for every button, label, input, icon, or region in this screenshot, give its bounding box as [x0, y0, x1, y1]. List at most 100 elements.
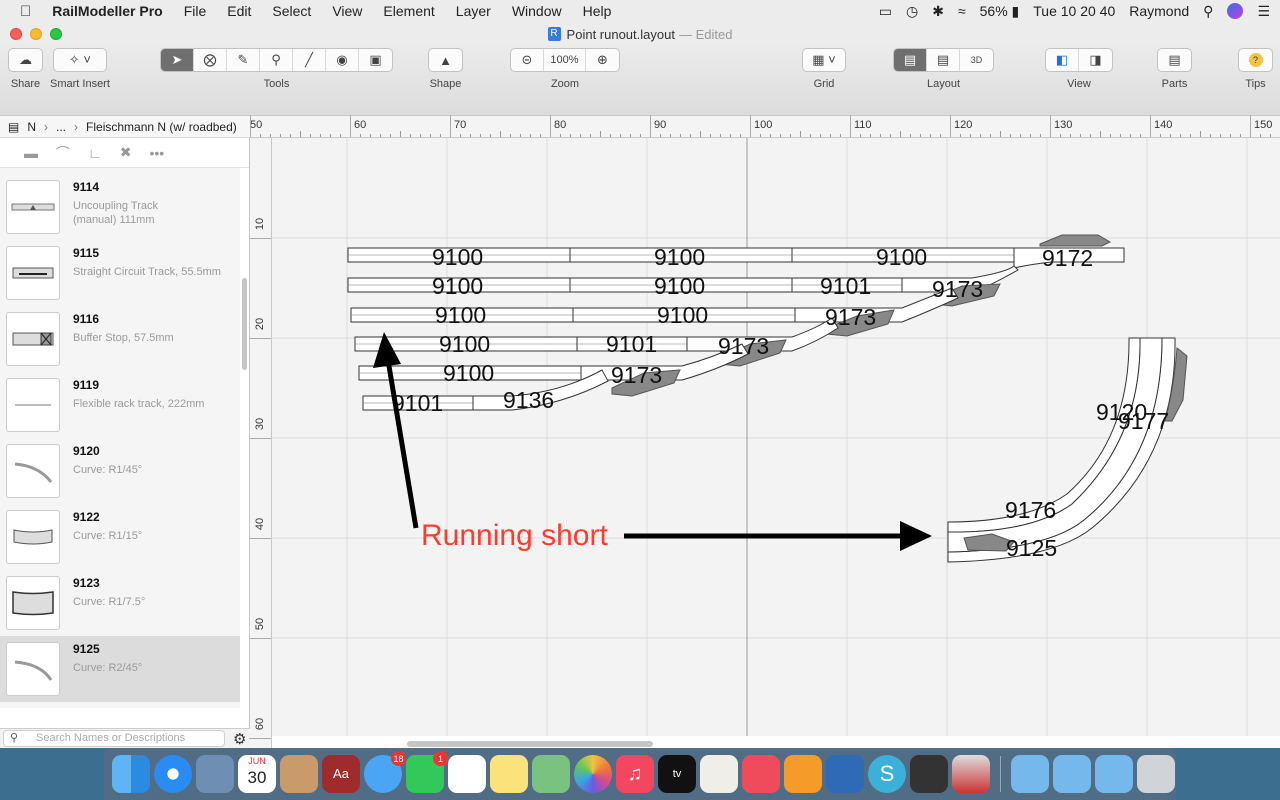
- list-item[interactable]: 9120 Curve: R1/45°: [0, 438, 240, 504]
- straight-track-category-icon[interactable]: ▬: [24, 145, 38, 161]
- list-item[interactable]: 9119 Flexible rack track, 222mm: [0, 372, 240, 438]
- railmodeller-icon[interactable]: [952, 755, 990, 793]
- flex-track-tool-icon[interactable]: ╱: [293, 49, 326, 71]
- dictionary-icon[interactable]: Aa: [322, 755, 360, 793]
- crossing-category-icon[interactable]: ✖: [120, 144, 132, 161]
- layout-3d-icon[interactable]: 3D: [960, 49, 993, 71]
- ruler-minor-tick: [660, 134, 661, 137]
- right-sidebar-icon[interactable]: ◨: [1079, 49, 1112, 71]
- menu-layer[interactable]: Layer: [456, 3, 491, 19]
- layout-list-icon[interactable]: ▤: [927, 49, 960, 71]
- reminders-icon[interactable]: [448, 755, 486, 793]
- parts-button[interactable]: ▤: [1157, 48, 1192, 72]
- tunnel-tool-icon[interactable]: ◉: [326, 49, 359, 71]
- preview-icon[interactable]: [196, 755, 234, 793]
- select-arrow-tool[interactable]: ➤: [161, 49, 194, 71]
- track-plan[interactable]: 9100 9100 9100 91729100 9100 9101 91739100 9100…: [272, 138, 1280, 736]
- textedit-icon[interactable]: [700, 755, 738, 793]
- finder-icon[interactable]: [112, 755, 150, 793]
- curve-track-category-icon[interactable]: ⌒: [56, 143, 70, 163]
- user-menu[interactable]: Raymond: [1129, 3, 1189, 19]
- photos-icon[interactable]: [574, 755, 612, 793]
- calendar-icon[interactable]: JUN 30: [238, 755, 276, 793]
- safari-icon[interactable]: [154, 755, 192, 793]
- preview-viewer-icon[interactable]: [826, 755, 864, 793]
- contacts-icon[interactable]: [280, 755, 318, 793]
- downloads-folder-icon[interactable]: [1095, 755, 1133, 793]
- battery-status[interactable]: 56% ▮: [980, 3, 1020, 20]
- canvas-horizontal-scrollbar[interactable]: [407, 741, 653, 747]
- layout-plan-icon[interactable]: ▤: [894, 49, 927, 71]
- zoom-out-icon[interactable]: ⊝: [511, 49, 544, 71]
- music-icon[interactable]: ♫: [616, 755, 654, 793]
- turnout-category-icon[interactable]: ∟: [88, 145, 102, 161]
- list-item[interactable]: 9123 Curve: R1/7.5°: [0, 570, 240, 636]
- maps-icon[interactable]: [532, 755, 570, 793]
- apple-tv-icon[interactable]: tv: [658, 755, 696, 793]
- ruler-major-tick: [249, 238, 271, 239]
- menu-file[interactable]: File: [184, 3, 207, 19]
- close-window-button[interactable]: [10, 28, 22, 40]
- more-category-icon[interactable]: •••: [149, 145, 164, 161]
- breadcrumb-ellipsis[interactable]: ...: [56, 120, 66, 134]
- list-item[interactable]: 9122 Curve: R1/15°: [0, 504, 240, 570]
- menu-help[interactable]: Help: [583, 3, 612, 19]
- ruler-minor-tick: [1240, 134, 1241, 137]
- minimize-window-button[interactable]: [30, 28, 42, 40]
- spotlight-icon[interactable]: ⚲: [1203, 3, 1213, 20]
- list-item[interactable]: 9125 Curve: R2/45°: [0, 636, 240, 702]
- menu-view[interactable]: View: [332, 3, 362, 19]
- zoom-in-icon[interactable]: ⊕: [586, 49, 619, 71]
- shape-button[interactable]: ▲: [428, 48, 463, 72]
- airplay-icon[interactable]: ▭: [879, 3, 892, 20]
- grid-button[interactable]: ▦ ˅: [802, 48, 846, 72]
- track-label: 9173: [611, 362, 662, 388]
- app-menu[interactable]: RailModeller Pro: [52, 3, 162, 19]
- scapple-icon[interactable]: S: [868, 755, 906, 793]
- breadcrumb-root[interactable]: N: [27, 120, 36, 134]
- list-item[interactable]: 9114 Uncoupling Track (manual) 111mm: [0, 174, 240, 240]
- gear-icon[interactable]: ⚙: [233, 730, 246, 748]
- menu-edit[interactable]: Edit: [227, 3, 251, 19]
- tips-button[interactable]: ?: [1238, 48, 1273, 72]
- library-icon[interactable]: ▤: [8, 120, 19, 134]
- zoom-level[interactable]: 100%: [544, 49, 586, 71]
- delete-tool-icon[interactable]: ⨂: [194, 49, 227, 71]
- clock[interactable]: Tue 10 20 40: [1033, 3, 1115, 19]
- books-icon[interactable]: [784, 755, 822, 793]
- left-sidebar-icon[interactable]: ◧: [1046, 49, 1079, 71]
- search-input[interactable]: ⚲ Search Names or Descriptions: [3, 730, 225, 747]
- layout-canvas[interactable]: 9100 9100 9100 9172 9100 9100 9101 9173 9100 9100…: [272, 138, 1280, 736]
- time-machine-icon[interactable]: ◷: [906, 3, 918, 20]
- siri-icon[interactable]: [1227, 3, 1244, 19]
- applications-folder-icon[interactable]: [1011, 755, 1049, 793]
- trash-icon[interactable]: [1137, 755, 1175, 793]
- list-item[interactable]: 9116 Buffer Stop, 57.5mm: [0, 306, 240, 372]
- smart-insert-button[interactable]: ✧ ˅: [52, 48, 107, 72]
- sidebar-scrollbar[interactable]: [242, 278, 247, 370]
- notification-center-icon[interactable]: ☰: [1257, 3, 1270, 20]
- facetime-icon[interactable]: 1: [406, 751, 448, 793]
- ruler-minor-tick: [430, 134, 431, 137]
- track-label: 9100: [439, 331, 490, 357]
- menu-window[interactable]: Window: [512, 3, 562, 19]
- breadcrumb-current[interactable]: Fleischmann N (w/ roadbed): [86, 120, 237, 134]
- zoom-window-button[interactable]: [50, 28, 62, 40]
- documents-folder-icon[interactable]: [1053, 755, 1091, 793]
- apple-menu-icon[interactable]: : [20, 3, 31, 20]
- wifi-icon[interactable]: ≈: [958, 3, 966, 19]
- list-item[interactable]: 9115 Straight Circuit Track, 55.5mm: [0, 240, 240, 306]
- list-item[interactable]: 9127: [0, 702, 240, 708]
- news-icon[interactable]: [742, 755, 780, 793]
- pin-tool-icon[interactable]: ⚲: [260, 49, 293, 71]
- messages-icon[interactable]: 18: [364, 751, 406, 793]
- menu-element[interactable]: Element: [383, 3, 434, 19]
- printer-icon[interactable]: [910, 755, 948, 793]
- connect-tool-icon[interactable]: ✎: [227, 49, 260, 71]
- building-tool-icon[interactable]: ▣: [359, 49, 392, 71]
- share-button[interactable]: ☁: [8, 48, 43, 72]
- bluetooth-icon[interactable]: ✱: [932, 3, 944, 20]
- notes-icon[interactable]: [490, 755, 528, 793]
- menu-select[interactable]: Select: [272, 3, 311, 19]
- track-label: 9136: [503, 387, 554, 413]
